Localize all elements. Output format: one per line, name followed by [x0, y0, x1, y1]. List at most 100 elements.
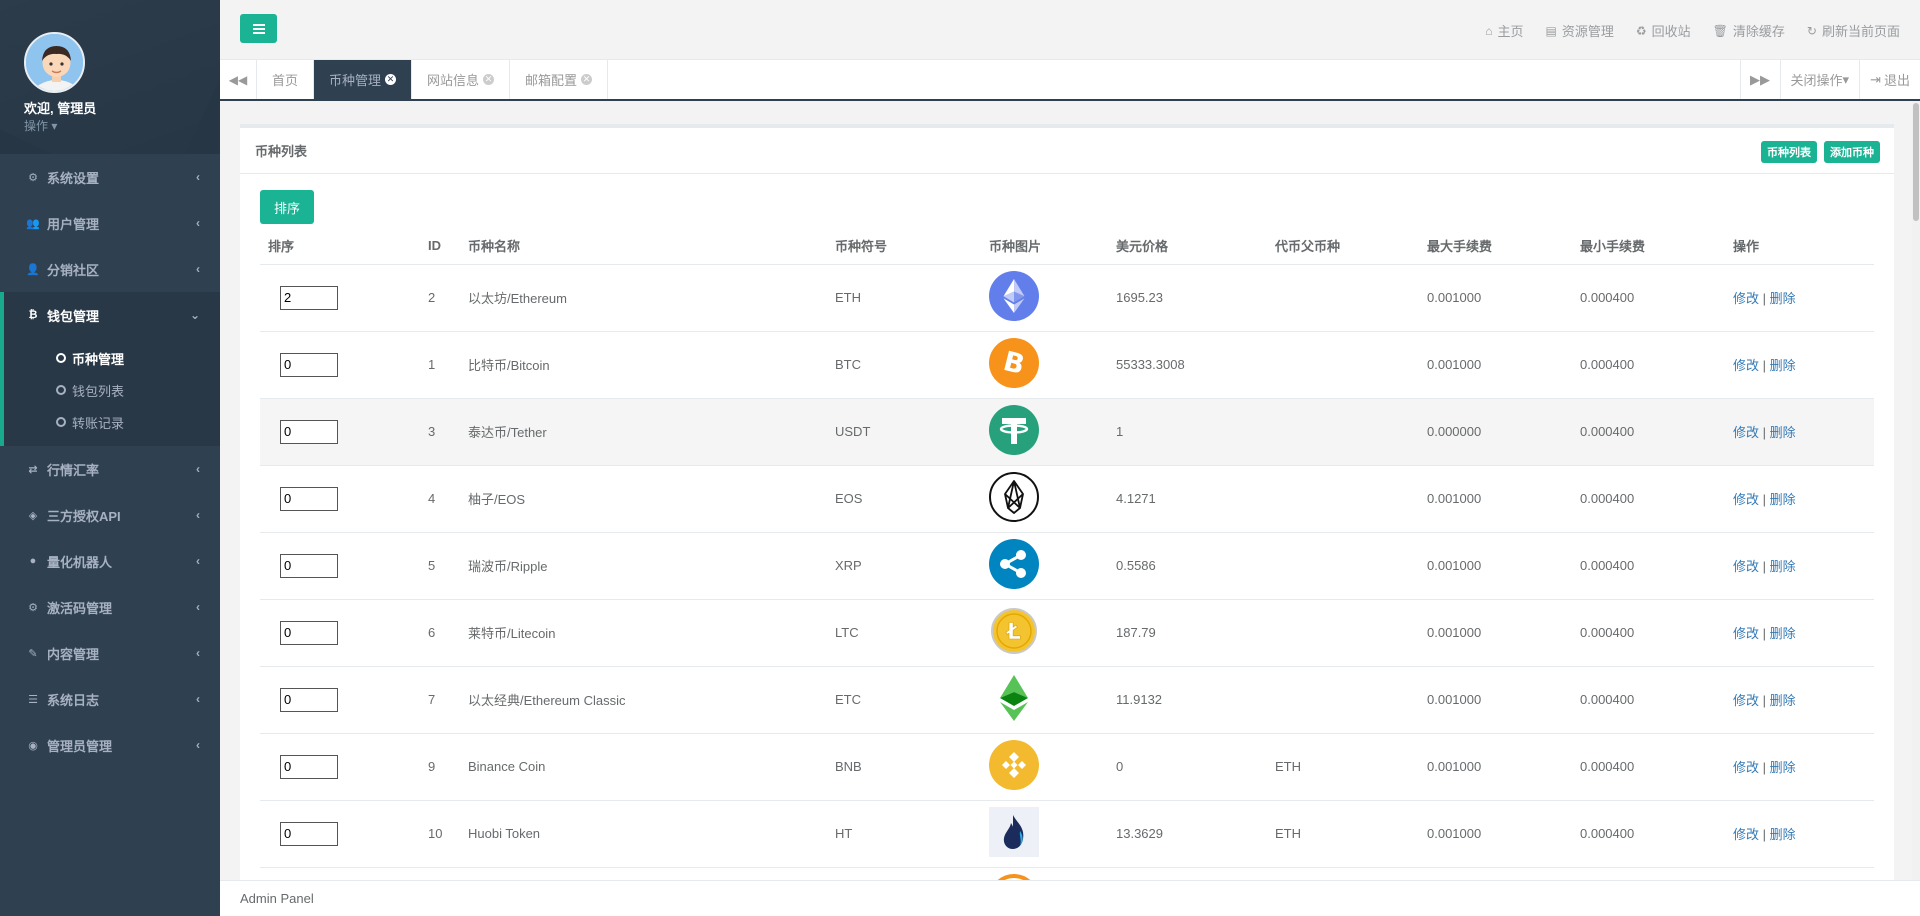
parent-coin-cell — [1267, 599, 1419, 667]
name-cell: 莱特币/Litecoin — [460, 599, 827, 667]
resource-management-link[interactable]: ▤ 资源管理 — [1546, 21, 1614, 40]
close-icon[interactable]: ✕ — [385, 74, 397, 85]
delete-link[interactable]: 删除 — [1770, 827, 1796, 842]
col-header-parent-coin: 代币父币种 — [1267, 228, 1419, 265]
image-cell: Ł — [981, 599, 1108, 667]
delete-link[interactable]: 删除 — [1770, 291, 1796, 306]
sidebar-subitem-wallet-list[interactable]: 钱包列表 — [4, 374, 220, 406]
sidebar-item-third-party-api[interactable]: ◈ 三方授权API ‹ — [0, 492, 220, 538]
delete-link[interactable]: 删除 — [1770, 760, 1796, 775]
edit-link[interactable]: 修改 — [1733, 827, 1759, 842]
delete-link[interactable]: 删除 — [1770, 559, 1796, 574]
col-header-sort: 排序 — [260, 228, 420, 265]
name-cell: Huobi Token — [460, 800, 827, 868]
min-fee-cell: 0.000400 — [1572, 331, 1725, 399]
edit-link[interactable]: 修改 — [1733, 358, 1759, 373]
profile-ops-dropdown[interactable]: 操作 ▾ — [24, 117, 57, 134]
sort-button[interactable]: 排序 — [260, 190, 314, 224]
edit-link[interactable]: 修改 — [1733, 492, 1759, 507]
sort-order-input[interactable] — [280, 754, 338, 779]
sidebar-subitem-transfer-records[interactable]: 转账记录 — [4, 406, 220, 438]
edit-link[interactable]: 修改 — [1733, 760, 1759, 775]
delete-link[interactable]: 删除 — [1770, 358, 1796, 373]
chevron-left-icon: ‹ — [196, 600, 200, 614]
sidebar-item-market-rates[interactable]: ⇄ 行情汇率 ‹ — [0, 446, 220, 492]
add-coin-button[interactable]: 添加币种 — [1824, 141, 1880, 163]
symbol-cell: BNB — [827, 733, 981, 801]
coin-list-button[interactable]: 币种列表 — [1761, 141, 1817, 163]
edit-link[interactable]: 修改 — [1733, 626, 1759, 641]
sort-order-input[interactable] — [280, 553, 338, 578]
sidebar-item-label: 内容管理 — [47, 646, 100, 662]
image-cell — [981, 465, 1108, 533]
partial-row-cell — [1108, 867, 1874, 880]
close-icon[interactable]: ✕ — [483, 74, 495, 85]
logout-button[interactable]: ⇥ 退出 — [1859, 60, 1920, 99]
edit-link[interactable]: 修改 — [1733, 291, 1759, 306]
sidebar-item-label: 行情汇率 — [47, 462, 100, 478]
separator: | — [1762, 693, 1767, 708]
bitcoin-icon: ₿ — [28, 309, 38, 321]
sidebar-item-system-settings[interactable]: ⚙ 系统设置 ‹ — [0, 154, 220, 200]
price-cell: 1 — [1108, 398, 1267, 466]
delete-link[interactable]: 删除 — [1770, 425, 1796, 440]
id-cell: 7 — [420, 666, 460, 734]
table-row-partial — [260, 867, 1874, 880]
top-navbar: ⌂ 主页 ▤ 资源管理 ♻ 回收站 🗑 清除缓存 ↻ 刷新当前页面 — [220, 0, 1920, 60]
tab-coin-management[interactable]: 币种管理 ✕ — [314, 60, 413, 99]
sidebar-subitem-coin-management[interactable]: 币种管理 — [4, 342, 220, 374]
sort-order-input[interactable] — [280, 687, 338, 712]
tab-scroll-left-button[interactable]: ◀◀ — [220, 60, 257, 99]
table-row: 4 柚子/EOS EOS 4.1271 0.001000 0.000400 修改… — [260, 465, 1874, 533]
image-cell — [981, 666, 1108, 734]
sort-order-input[interactable] — [280, 620, 338, 645]
logout-label: 退出 — [1883, 73, 1910, 88]
delete-link[interactable]: 删除 — [1770, 626, 1796, 641]
home-link[interactable]: ⌂ 主页 — [1485, 21, 1523, 40]
sidebar-item-wallet-management[interactable]: ₿ 钱包管理 ⌄ — [0, 292, 220, 338]
binance-coin-logo-icon — [989, 740, 1039, 790]
delete-link[interactable]: 删除 — [1770, 693, 1796, 708]
max-fee-cell: 0.001000 — [1419, 331, 1572, 399]
close-ops-dropdown[interactable]: 关闭操作 ▾ — [1779, 60, 1860, 99]
tab-site-info[interactable]: 网站信息 ✕ — [412, 60, 511, 99]
menu-toggle-button[interactable] — [240, 14, 277, 43]
sidebar-item-quant-robot[interactable]: ● 量化机器人 ‹ — [0, 538, 220, 584]
resource-link-label: 资源管理 — [1561, 24, 1614, 39]
edit-link[interactable]: 修改 — [1733, 693, 1759, 708]
recycle-bin-link[interactable]: ♻ 回收站 — [1636, 21, 1691, 40]
ethereum-logo-icon — [989, 271, 1039, 321]
tab-email-config[interactable]: 邮箱配置 ✕ — [510, 60, 609, 99]
clear-cache-link[interactable]: 🗑 清除缓存 — [1713, 21, 1785, 40]
sidebar-item-system-logs[interactable]: ☰ 系统日志 ‹ — [0, 676, 220, 722]
refresh-page-link[interactable]: ↻ 刷新当前页面 — [1807, 21, 1900, 40]
sidebar-item-admin-management[interactable]: ◉ 管理员管理 ‹ — [0, 722, 220, 768]
name-cell: 以太坊/Ethereum — [460, 264, 827, 332]
edit-link[interactable]: 修改 — [1733, 425, 1759, 440]
table-row: 2 以太坊/Ethereum ETH 1695.23 0.001000 0.00… — [260, 264, 1874, 332]
sort-order-input[interactable] — [280, 352, 338, 377]
panel-header-buttons: 币种列表 添加币种 — [1761, 141, 1880, 163]
page-scrollbar[interactable] — [1912, 101, 1920, 880]
tab-scroll-right-button[interactable]: ▶▶ — [1739, 60, 1780, 99]
tab-home[interactable]: 首页 — [257, 60, 315, 99]
close-icon[interactable]: ✕ — [581, 74, 593, 85]
delete-link[interactable]: 删除 — [1770, 492, 1796, 507]
sidebar-item-content-management[interactable]: ✎ 内容管理 ‹ — [0, 630, 220, 676]
sidebar-item-user-management[interactable]: 👥 用户管理 ‹ — [0, 200, 220, 246]
database-icon: ☰ — [28, 693, 38, 706]
sort-order-input[interactable] — [280, 285, 338, 310]
sort-order-input[interactable] — [280, 419, 338, 444]
scrollbar-thumb[interactable] — [1913, 103, 1919, 221]
sort-order-input[interactable] — [280, 821, 338, 846]
avatar[interactable] — [24, 32, 85, 93]
chevron-left-icon: ‹ — [196, 738, 200, 752]
name-cell: 以太经典/Ethereum Classic — [460, 666, 827, 734]
sidebar-item-distribution-community[interactable]: 👤 分销社区 ‹ — [0, 246, 220, 292]
chevron-left-icon: ‹ — [196, 170, 200, 184]
edit-link[interactable]: 修改 — [1733, 559, 1759, 574]
sidebar-item-activation-codes[interactable]: ⚙ 激活码管理 ‹ — [0, 584, 220, 630]
content-panel: 币种列表 币种列表 添加币种 排序 排序 ID 币种名称 币种符号 币种图片 美… — [240, 124, 1894, 880]
image-cell — [981, 733, 1108, 801]
sort-order-input[interactable] — [280, 486, 338, 511]
